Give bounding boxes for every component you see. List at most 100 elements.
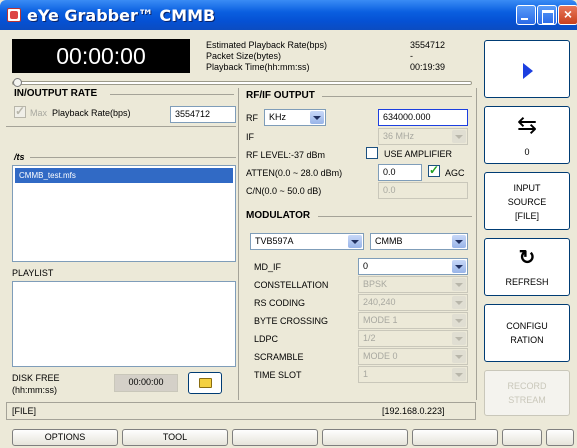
refresh-label: REFRESH [505,277,549,287]
input-source-line1: INPUT [513,183,541,193]
loop-count: 0 [524,147,530,157]
constellation-value: BPSK [363,279,388,289]
close-button[interactable]: × [558,5,577,25]
playlist-label: PLAYLIST [12,268,54,278]
atten-label: ATTEN(0.0 ~ 28.0 dBm) [246,168,343,178]
minimize-button[interactable] [516,5,536,25]
chevron-down-icon [452,368,466,381]
playback-rate-label: Playback Rate(bps) [52,108,131,118]
agc-checkbox[interactable] [428,163,440,177]
disk-free-label: DISK FREE [12,373,60,383]
chevron-down-icon [452,314,466,327]
packet-size-label: Packet Size(bytes) [206,51,282,61]
chevron-down-icon [452,278,466,291]
tab-options[interactable]: OPTIONS [12,429,118,446]
left-panel-border [238,88,239,400]
rf-unit-value: KHz [269,112,287,122]
standard-select[interactable]: CMMB [370,233,468,250]
playback-time-label: Playback Time(hh:mm:ss) [206,62,310,72]
playback-time-value: 00:19:39 [410,62,446,72]
atten-input[interactable]: 0.0 [378,164,422,181]
status-ip: [192.168.0.223] [382,406,445,416]
est-rate-value: 3554712 [410,40,446,50]
loop-button[interactable]: ⇆ 0 [484,106,570,164]
slider-handle[interactable] [13,78,22,87]
folder-icon [199,378,212,388]
device-select[interactable]: TVB597A [250,233,364,250]
rf-divider [322,96,472,97]
tab-tool[interactable]: TOOL [122,429,228,446]
md-if-select[interactable]: 0 [358,258,468,275]
chevron-down-icon [452,296,466,309]
rf-unit-select[interactable]: KHz [264,109,326,126]
est-rate-label: Estimated Playback Rate(bps) [206,40,328,50]
rf-frequency-input[interactable]: 634000.000 [378,109,468,126]
app-icon [7,8,21,22]
input-source-line2: SOURCE [507,197,547,207]
record-stream-line2: STREAM [508,395,546,405]
chevron-down-icon [452,350,466,363]
play-button[interactable] [484,40,570,98]
modulator-divider [318,216,472,217]
scramble-select[interactable]: MODE 0 [358,348,468,365]
time-slot-label: TIME SLOT [254,370,302,380]
input-source-line3: [FILE] [514,211,539,221]
tab-empty-5[interactable] [546,429,574,446]
tab-empty-4[interactable] [502,429,542,446]
time-slot-value: 1 [363,369,369,379]
input-source-button[interactable]: INPUT SOURCE [FILE] [484,172,570,230]
disk-free-unit: (hh:mm:ss) [12,385,57,395]
rf-label: RF [246,113,258,123]
constellation-select[interactable]: BPSK [358,276,468,293]
tab-empty-3[interactable] [412,429,498,446]
right-panel-border [476,88,477,400]
cn-label: C/N(0.0 ~ 50.0 dB) [246,186,322,196]
chevron-down-icon [452,130,466,143]
rs-coding-label: RS CODING [254,298,306,308]
cn-input[interactable]: 0.0 [378,182,468,199]
tab-empty-1[interactable] [232,429,318,446]
standard-value: CMMB [375,236,403,246]
max-label: Max [30,108,48,118]
playlist-box[interactable] [12,281,236,367]
window-title: eYe Grabber™ CMMB [27,6,216,25]
scramble-value: MODE 0 [363,351,398,361]
files-divider [30,157,236,158]
refresh-icon: ↻ [518,247,536,269]
use-amplifier-checkbox[interactable] [366,147,378,159]
disk-free-value: 00:00:00 [114,374,178,392]
configuration-line1: CONFIGU [506,321,548,331]
packet-size-value: - [410,51,413,61]
ldpc-select[interactable]: 1/2 [358,330,468,347]
time-slot-select[interactable]: 1 [358,366,468,383]
maximize-button[interactable] [537,5,557,25]
agc-label: AGC [445,168,465,178]
file-list[interactable]: CMMB_test.mfs [12,165,236,262]
playback-slider[interactable] [12,81,472,85]
use-amplifier-label: USE AMPLIFIER [384,149,453,159]
md-if-value: 0 [363,261,369,271]
open-folder-button[interactable] [188,372,222,394]
list-item[interactable]: CMMB_test.mfs [15,168,233,183]
byte-crossing-select[interactable]: MODE 1 [358,312,468,329]
title-bar: eYe Grabber™ CMMB × [0,0,577,30]
byte-crossing-label: BYTE CROSSING [254,316,329,326]
files-folder-label: /ts [14,152,25,162]
ldpc-label: LDPC [254,334,279,344]
constellation-label: CONSTELLATION [254,280,329,290]
chevron-down-icon [452,332,466,345]
rf-level-label: RF LEVEL:-37 dBm [246,150,326,160]
tab-empty-2[interactable] [322,429,408,446]
rs-coding-value: 240,240 [363,297,396,307]
playback-rate-input[interactable]: 3554712 [170,106,236,123]
if-select[interactable]: 36 MHz [378,128,468,145]
configuration-button[interactable]: CONFIGU RATION [484,304,570,362]
rs-coding-select[interactable]: 240,240 [358,294,468,311]
status-source: [FILE] [12,406,37,416]
md-if-label: MD_IF [254,262,281,272]
refresh-button[interactable]: ↻ REFRESH [484,238,570,296]
max-checkbox[interactable] [14,104,26,118]
ldpc-value: 1/2 [363,333,376,343]
rf-output-title: RF/IF OUTPUT [246,90,315,101]
record-stream-button[interactable]: RECORD STREAM [484,370,570,416]
